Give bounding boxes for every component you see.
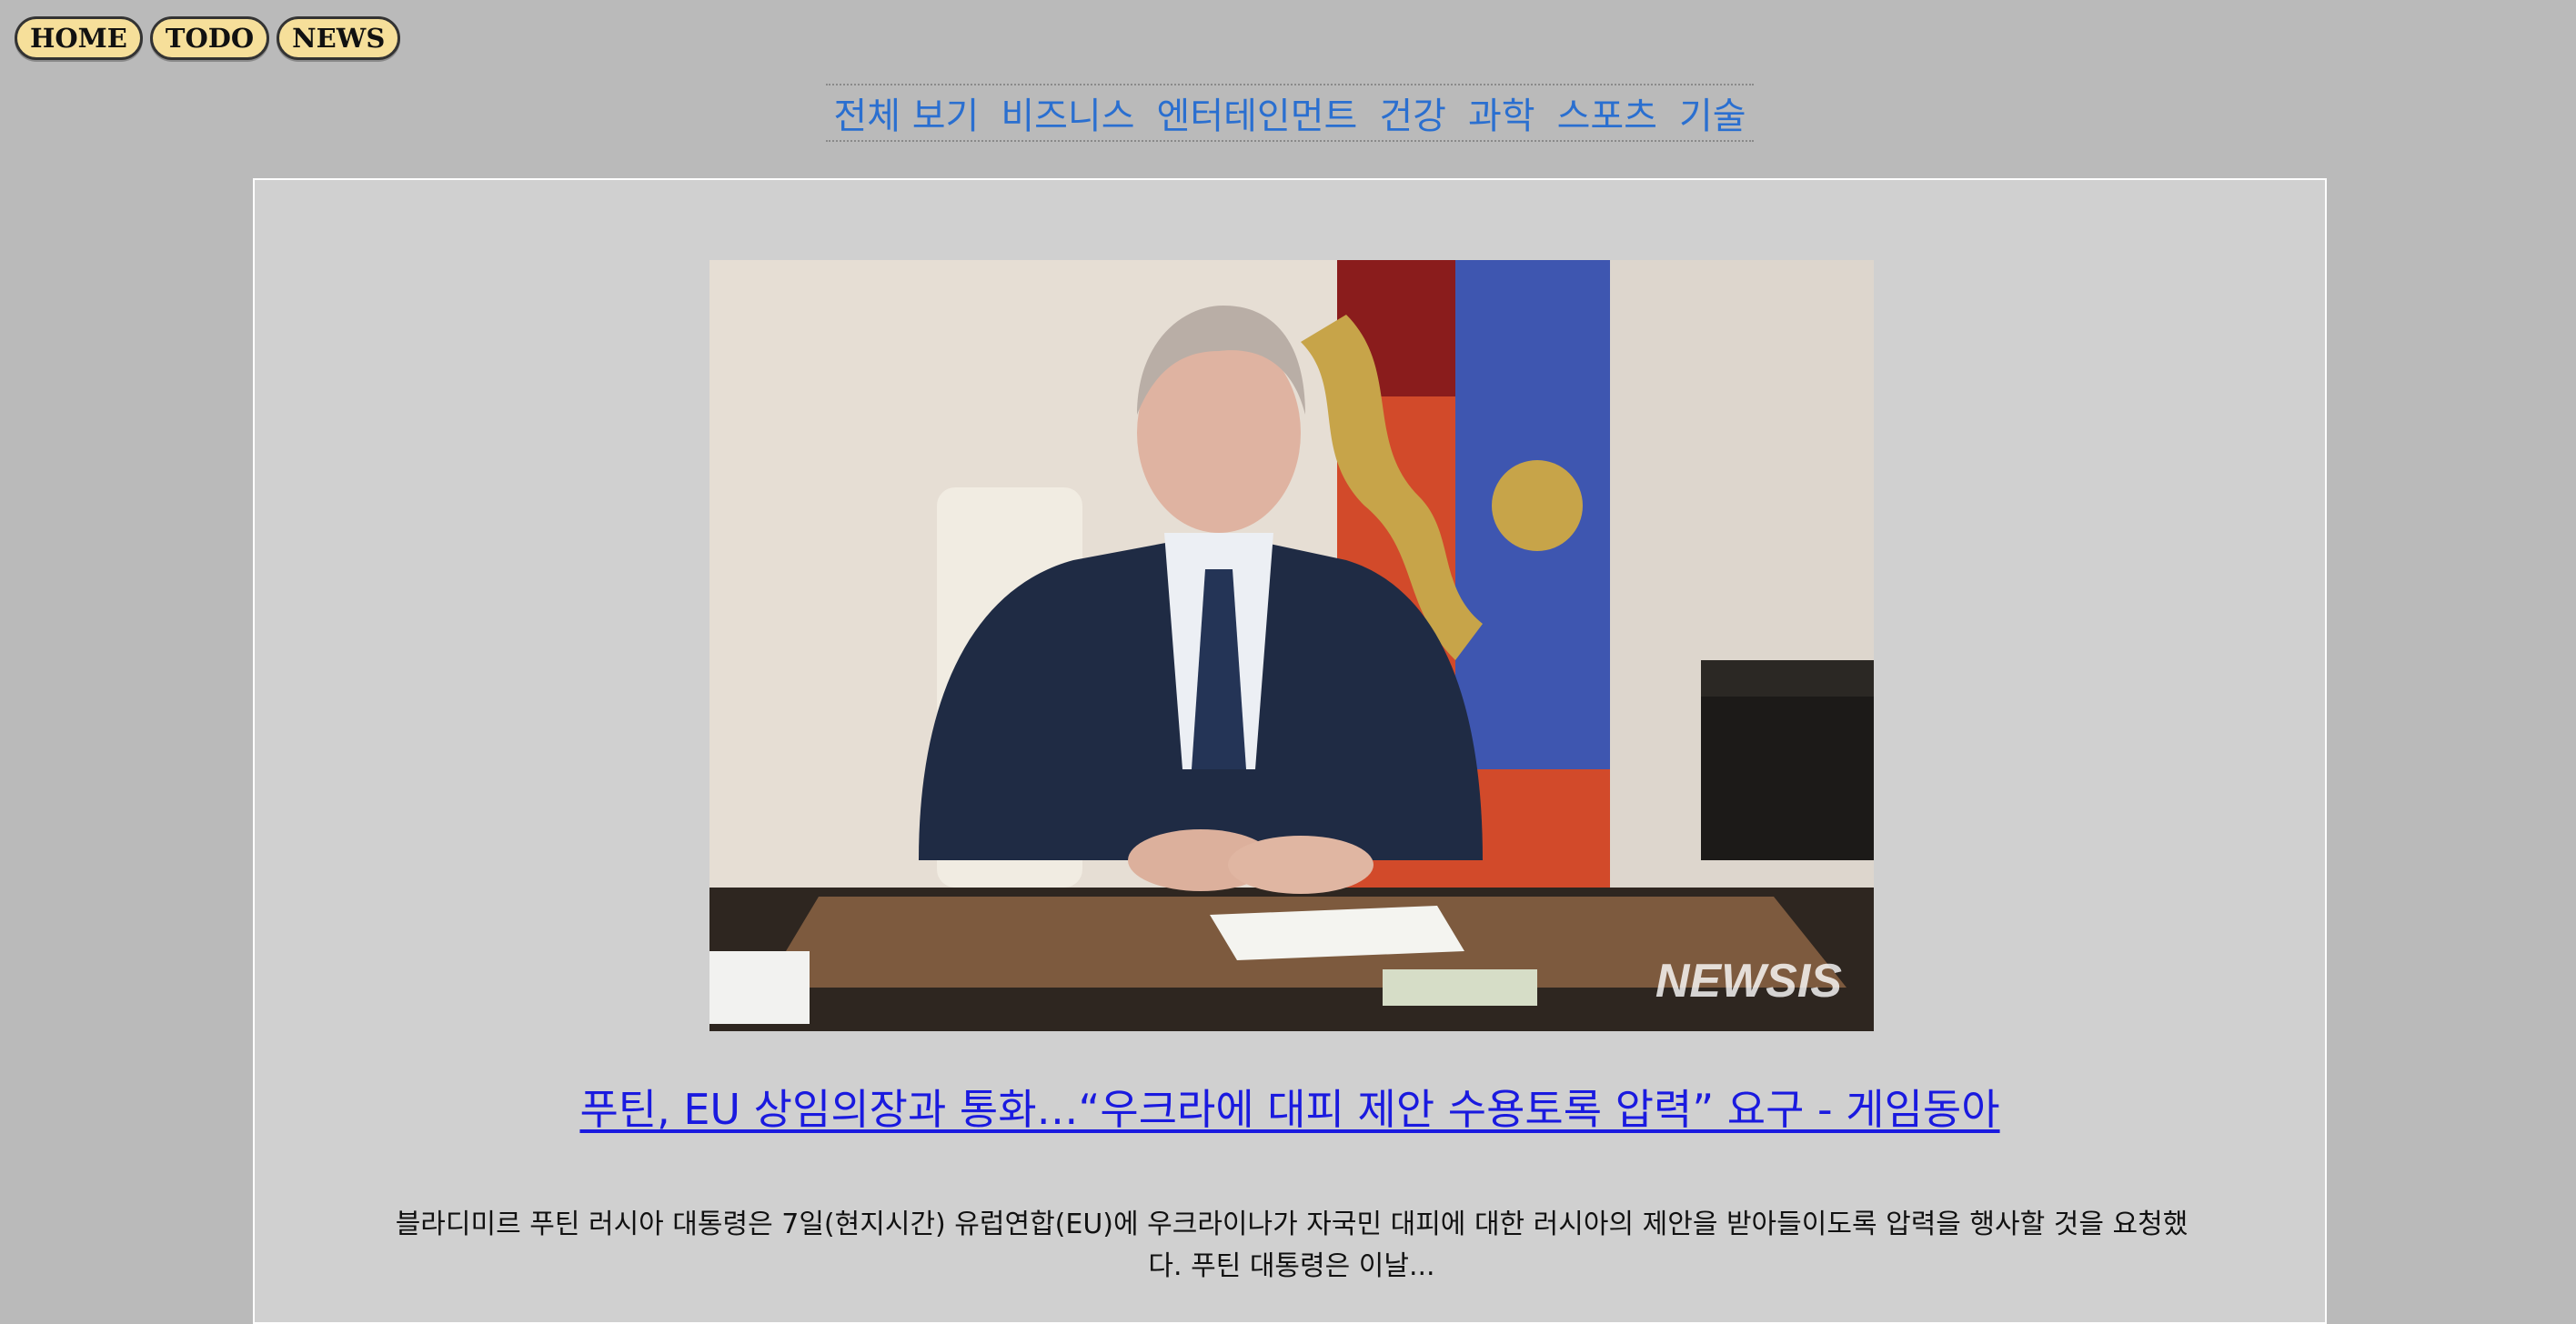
news-photo-illustration: NEWSIS	[709, 260, 1874, 1031]
article-summary: 블라디미르 푸틴 러시아 대통령은 7일(현지시간) 유럽연합(EU)에 우크라…	[395, 1209, 2189, 1282]
article-headline-link[interactable]: 푸틴, EU 상임의장과 통화…“우크라에 대피 제안 수용토록 압력” 요구 …	[255, 1077, 2325, 1137]
photo-watermark: NEWSIS	[1655, 955, 1842, 1008]
category-health[interactable]: 건강	[1379, 86, 1446, 139]
home-button[interactable]: HOME	[15, 16, 143, 60]
top-nav: HOME TODO NEWS	[15, 16, 401, 60]
category-tech[interactable]: 기술	[1679, 86, 1746, 139]
news-card: NEWSIS 푸틴, EU 상임의장과 통화…“우크라에 대피 제안 수용토록 …	[253, 178, 2327, 1324]
category-all[interactable]: 전체 보기	[833, 86, 979, 139]
category-science[interactable]: 과학	[1468, 86, 1535, 139]
category-sports[interactable]: 스포츠	[1557, 86, 1657, 139]
category-business[interactable]: 비즈니스	[1001, 86, 1134, 139]
category-nav: 전체 보기 비즈니스 엔터테인먼트 건강 과학 스포츠 기술	[826, 84, 1754, 142]
category-entertainment[interactable]: 엔터테인먼트	[1157, 86, 1358, 139]
news-photo[interactable]: NEWSIS	[709, 260, 1874, 1031]
todo-button[interactable]: TODO	[149, 16, 270, 60]
news-button[interactable]: NEWS	[277, 16, 401, 60]
